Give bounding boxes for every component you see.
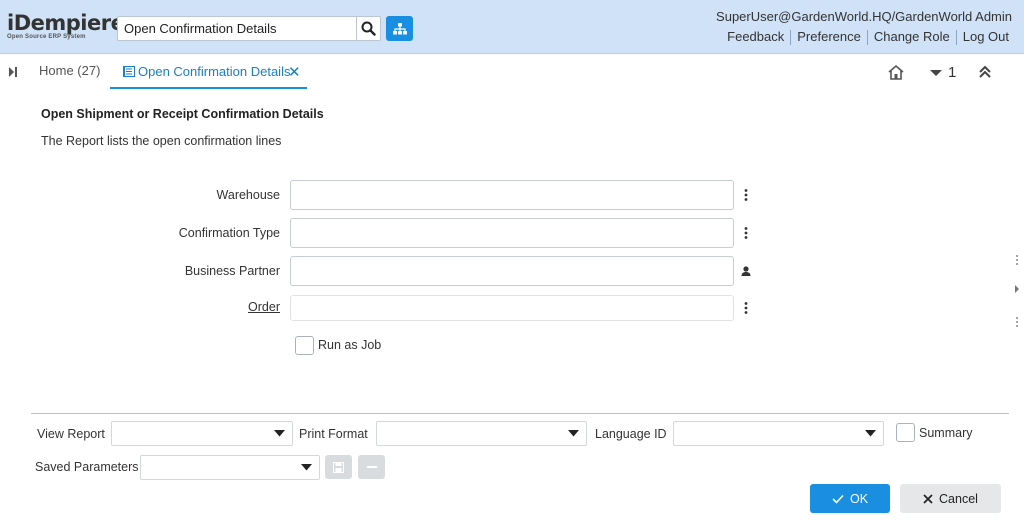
dropdown-arrow[interactable] (266, 422, 292, 445)
dropdown-arrow[interactable] (857, 422, 883, 445)
warehouse-label: Warehouse (216, 188, 280, 202)
expand-west-panel-icon[interactable] (8, 66, 18, 78)
view-report-label: View Report (37, 427, 105, 441)
caret-down-icon (273, 430, 285, 437)
caret-down-icon (300, 464, 312, 471)
business-partner-label: Business Partner (184, 264, 280, 278)
feedback-link[interactable]: Feedback (721, 29, 790, 45)
language-id-select[interactable] (673, 421, 884, 446)
tab-open-confirmation-details[interactable]: Open Confirmation Details ✕ (110, 56, 307, 89)
user-context: SuperUser@GardenWorld.HQ/GardenWorld Adm… (716, 9, 1012, 24)
save-parameters-button[interactable] (325, 455, 352, 479)
save-icon (333, 461, 344, 473)
summary-checkbox[interactable] (896, 423, 915, 442)
home-icon[interactable] (887, 64, 905, 80)
expand-east-panel-icon[interactable] (1015, 285, 1019, 293)
dropdown-arrow[interactable] (293, 456, 319, 479)
more-options-icon[interactable] (743, 227, 749, 239)
run-as-job-checkbox[interactable] (295, 336, 314, 355)
business-partner-icon[interactable] (741, 266, 751, 276)
report-icon (123, 66, 135, 77)
search-button[interactable] (356, 17, 380, 40)
saved-parameters-label: Saved Parameters (35, 460, 139, 474)
print-format-label: Print Format (299, 427, 368, 441)
tab-count: 1 (948, 64, 957, 81)
menu-tree-button[interactable] (386, 16, 413, 41)
confirmation-type-field[interactable] (290, 218, 734, 248)
app-logo[interactable]: iDempiere Open Source ERP System (7, 11, 125, 42)
warehouse-field[interactable] (290, 180, 734, 210)
language-id-label: Language ID (595, 427, 667, 441)
splitter-dots-icon[interactable] (1015, 316, 1019, 328)
collapse-header-icon[interactable] (978, 65, 992, 79)
saved-parameters-select[interactable] (140, 455, 320, 480)
logout-link[interactable]: Log Out (957, 29, 1015, 45)
sitemap-icon (392, 22, 407, 34)
tab-label: Open Confirmation Details (138, 64, 291, 79)
splitter-dots-icon[interactable] (1015, 254, 1019, 266)
caret-down-icon (567, 430, 579, 437)
order-label-link[interactable]: Order (248, 300, 280, 314)
close-icon (923, 493, 933, 504)
view-report-select[interactable] (111, 421, 293, 446)
summary-label: Summary (919, 426, 973, 440)
ok-label: OK (849, 491, 869, 506)
print-format-select[interactable] (376, 421, 587, 446)
order-field[interactable] (290, 295, 734, 321)
confirmation-type-label: Confirmation Type (178, 226, 280, 240)
cancel-button[interactable]: Cancel (900, 484, 1001, 513)
search-input[interactable] (118, 17, 357, 40)
preference-link[interactable]: Preference (791, 29, 867, 45)
process-description: The Report lists the open confirmation l… (41, 134, 282, 148)
logo-text: iDempiere (7, 11, 125, 35)
more-options-icon[interactable] (743, 189, 749, 201)
tab-list-dropdown[interactable]: 1 (930, 64, 956, 81)
ok-button[interactable]: OK (810, 484, 890, 513)
business-partner-field[interactable] (290, 256, 734, 286)
tab-close-icon[interactable]: ✕ (288, 63, 301, 81)
caret-down-icon (864, 430, 876, 437)
caret-down-icon (930, 69, 942, 76)
app-header: iDempiere Open Source ERP System SuperUs… (0, 0, 1024, 54)
delete-parameters-button[interactable] (358, 455, 385, 479)
run-as-job-label: Run as Job (318, 338, 382, 352)
process-title: Open Shipment or Receipt Confirmation De… (41, 107, 324, 121)
cancel-label: Cancel (939, 491, 978, 506)
header-links: Feedback Preference Change Role Log Out (721, 29, 1015, 45)
more-options-icon[interactable] (743, 302, 749, 314)
dropdown-arrow[interactable] (560, 422, 586, 445)
change-role-link[interactable]: Change Role (868, 29, 956, 45)
global-search (117, 16, 381, 41)
check-icon (832, 494, 844, 504)
section-divider (31, 413, 1009, 414)
minus-icon (366, 466, 377, 468)
tab-home[interactable]: Home (27) (39, 63, 100, 78)
search-icon (361, 21, 376, 36)
